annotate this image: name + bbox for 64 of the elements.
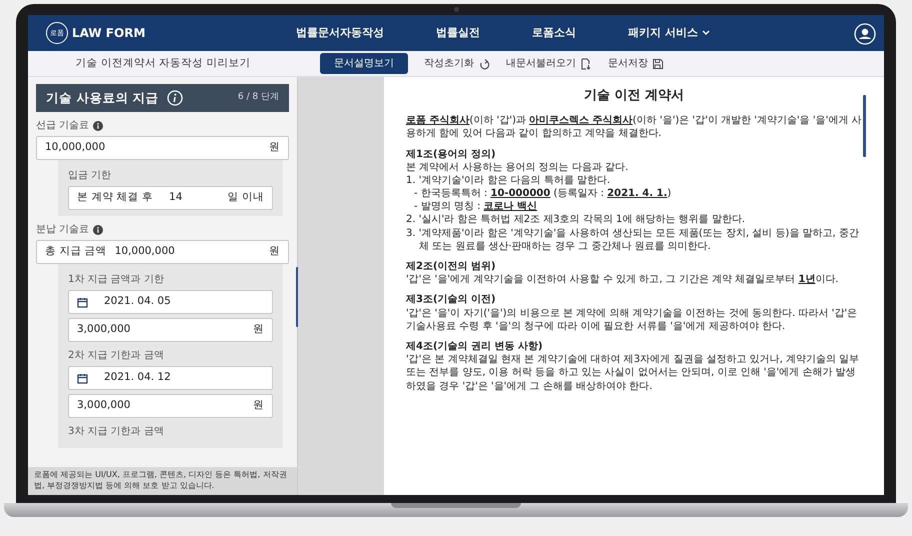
nav-link[interactable]: 법률실전: [436, 24, 480, 42]
input-field[interactable]: 10,000,000 원: [36, 136, 289, 160]
document-title: 기술 이전 계약서: [582, 87, 686, 104]
field-label: 1차 지급 금액과 기한: [68, 273, 165, 287]
date-value: 2021. 04. 12: [104, 370, 171, 386]
info-icon[interactable]: [166, 90, 183, 106]
page-title: 기술 이전계약서 자동작성 미리보기: [75, 56, 250, 69]
unit-label: 원: [253, 398, 264, 414]
field-label: 선급 기술료: [36, 119, 90, 133]
field-value: 14: [169, 190, 182, 206]
camera-icon: [454, 7, 458, 12]
step-title: 기술 사용료의 지급: [46, 88, 159, 107]
input-field[interactable]: 총 지급 금액 10,000,000 원: [36, 240, 289, 264]
section-heading: 제1조(용어의 정의): [406, 148, 497, 161]
unit-label: 원: [269, 244, 280, 260]
toolbar-link[interactable]: 내문서불러오기: [506, 56, 592, 71]
list-item: - 한국등록특허 : 10-000000 (등록일자 : 2021. 4. 1.): [413, 187, 672, 200]
input-field[interactable]: 2021. 04. 12: [68, 366, 273, 390]
toolbar-link[interactable]: 문서저장: [608, 56, 664, 71]
list-item: - 발명의 명칭 : 코로나 백신: [413, 200, 538, 214]
copyright-notice: 로폼에 제공되는 UI/UX, 프로그램, 콘텐츠, 디자인 등은 특허법, 저작권법, 부정경쟁방지법 등에 의해 보호 받고 있습니다.: [28, 467, 297, 495]
unit-label: 원: [269, 140, 280, 156]
unit-label: 원: [253, 322, 264, 338]
user-icon[interactable]: [854, 22, 876, 45]
input-field[interactable]: 2021. 04. 05: [68, 290, 273, 314]
refresh-icon: [478, 58, 490, 70]
calendar-icon: [77, 296, 88, 308]
field-label: 입금 기한: [68, 169, 112, 183]
list-item: 1. '계약기술'이라 함은 다음의 특허를 말한다.: [406, 174, 612, 188]
input-field[interactable]: 3,000,000 원: [68, 318, 273, 342]
date-value: 2021. 04. 05: [104, 294, 171, 310]
paragraph: 본 계약에서 사용하는 용어의 정의는 다음과 같다.: [406, 160, 630, 174]
field-value: 3,000,000: [77, 398, 130, 414]
section-heading: 제2조(이전의 범위): [406, 260, 497, 274]
field-label: 2차 지급 기한과 금액: [68, 349, 165, 363]
brand-name[interactable]: LAW FORM: [72, 24, 146, 42]
field-value: 10,000,000: [45, 140, 106, 156]
field-prefix: 본 계약 체결 후: [77, 190, 154, 206]
document-guide-button[interactable]: 문서설명보기: [320, 53, 408, 74]
section-heading: 제4조(기술의 권리 변동 사항): [406, 340, 544, 354]
save-icon: [652, 58, 664, 70]
list-item: 3. '계약제품'이라 함은 '계약기술'을 사용하여 생산되는 모든 제품(또는 장치, 설비 등)을 말하고, 중간체 또는 원료를 생산·판매하는 경우 그 중간체나 원료를 의미한다.: [406, 226, 860, 254]
step-counter: 6 / 8 단계: [238, 91, 279, 104]
nav-link[interactable]: 패키지 서비스: [628, 24, 710, 42]
input-field[interactable]: 본 계약 체결 후 14 일 이내: [68, 186, 273, 210]
field-label: 분납 기술료: [36, 223, 90, 237]
paragraph: 로폼 주식회사(이하 '갑')과 아미쿠스렉스 주식회사(이하 '을')은 '갑'이 개발한 '계약기술'을 '을'에게 사용하게 함에 있어 다음과 같이 합의하고 계약을 체결한다.: [406, 114, 862, 141]
unit-label: 일 이내: [228, 190, 264, 206]
list-item: 2. '실시'라 함은 특허법 제2조 제3호의 각목의 1에 해당하는 행위를 말한다.: [406, 213, 746, 227]
scrollbar-thumb[interactable]: [863, 95, 866, 157]
toolbar-link[interactable]: 작성초기화: [424, 56, 490, 71]
section-heading: 제3조(기술의 이전): [406, 293, 497, 307]
nav-link[interactable]: 법률문서자동작성: [296, 24, 384, 42]
calendar-icon: [77, 372, 88, 384]
document-download-icon: [580, 58, 592, 70]
field-value: 3,000,000: [77, 322, 130, 338]
nav-link[interactable]: 로폼소식: [532, 24, 576, 42]
field-prefix: 총 지급 금액: [45, 244, 107, 260]
paragraph: '갑'은 본 계약체결일 현재 본 계약기술에 대하여 제3자에게 질권을 설정하고 있거나, 계약기술의 일부 또는 전부를 양도, 이용 허락 등을 하고 있는 사실이 없어서는 안되며, 이로 인해 '을'에게 손해가 발생하였을 경우 '갑'은 '을'에게 그 손해를 배상하여야 한다.: [406, 353, 860, 393]
field-value: 10,000,000: [114, 244, 175, 260]
field-label: 3차 지급 기한과 금액: [68, 425, 165, 439]
paragraph: '갑'은 '을'이 자기('을')의 비용으로 본 계약에 의해 계약기술을 이전하는 것에 동의한다. 따라서 '갑'은 기술사용료 수령 후 '을'의 청구에 따라 이에 필요한 서류를 '을'에게 제공하여야 한다.: [406, 306, 858, 333]
input-field[interactable]: 3,000,000 원: [68, 394, 273, 418]
paragraph: '갑'은 '을'에게 계약기술을 이전하여 사용할 수 있게 하고, 그 기간은 계약 체결일로부터 1년이다.: [406, 273, 840, 286]
